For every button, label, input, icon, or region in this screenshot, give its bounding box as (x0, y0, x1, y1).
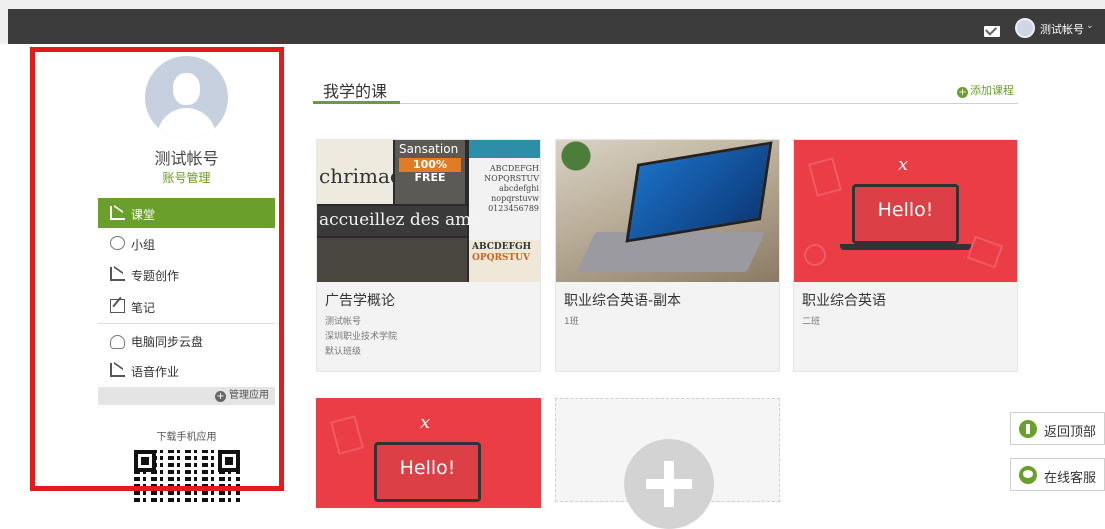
laptop-illustration: Hello! (374, 442, 481, 502)
decoration (330, 415, 364, 455)
chevron-down-icon[interactable]: ⌄ (1086, 21, 1094, 31)
thumb-text: chrimae (319, 164, 402, 188)
decoration (804, 244, 826, 266)
course-card[interactable]: x Hello! (316, 398, 541, 508)
add-course-button[interactable]: + 添加课程 (957, 82, 1014, 98)
hello-text: Hello! (877, 199, 934, 221)
top-bar-dark (8, 9, 1105, 44)
thumb-panel: Sansation 100% FREE (395, 140, 465, 204)
decoration (966, 235, 1004, 269)
add-course-label: 添加课程 (970, 84, 1014, 97)
highlight-frame (30, 47, 284, 491)
thumb-text: OPQRSTUV (472, 253, 530, 263)
course-class: 二班 (802, 317, 821, 327)
plant-image (556, 140, 596, 176)
chat-icon (1019, 466, 1037, 484)
hello-text: Hello! (399, 457, 456, 479)
section-title[interactable]: 我学的课 (323, 78, 387, 102)
user-name[interactable]: 测试帐号 (1040, 21, 1084, 37)
thumb-text: Sansation (399, 142, 459, 156)
laptop-base (840, 244, 971, 250)
user-avatar[interactable] (1015, 18, 1035, 38)
course-teacher: 测试帐号 (325, 317, 362, 327)
course-card[interactable]: chrimae Sansation 100% FREE ABCDEFGH NOP… (316, 139, 541, 372)
section-underline (313, 103, 1018, 104)
back-to-top-button[interactable]: 返回顶部 (1010, 412, 1105, 445)
thumb-panel: ABCDEFGH OPQRSTUV (469, 240, 540, 282)
thumb-panel (317, 238, 467, 282)
thumb-text: ABCDEFGH (472, 242, 532, 252)
thumb-panel: accueillez des amis (317, 206, 485, 236)
laptop-illustration: Hello! (852, 184, 959, 244)
course-card[interactable]: x Hello! 职业综合英语 二班 (793, 139, 1018, 372)
course-title[interactable]: 职业综合英语 (802, 290, 886, 310)
section-underline-active (313, 101, 400, 104)
decoration (808, 157, 842, 197)
course-card[interactable]: 职业综合英语-副本 1班 (555, 139, 780, 372)
course-title[interactable]: 职业综合英语-副本 (564, 290, 681, 310)
thumb-text: ABCDEFGH NOPQRSTUV abcdefghi nopqrstuvw … (484, 164, 539, 213)
logo-mark: x (898, 154, 909, 175)
course-thumbnail[interactable]: chrimae Sansation 100% FREE ABCDEFGH NOP… (317, 140, 540, 282)
top-bar (0, 0, 1105, 44)
course-thumbnail[interactable] (556, 140, 779, 282)
course-class: 默认班级 (325, 347, 362, 357)
add-course-card[interactable] (555, 398, 780, 529)
course-class: 1班 (564, 317, 579, 327)
logo-mark: x (420, 412, 431, 433)
online-service-label: 在线客服 (1044, 471, 1097, 486)
arrow-up-icon (1019, 420, 1037, 438)
laptop-keyboard-image (576, 232, 766, 272)
course-thumbnail[interactable]: x Hello! (794, 140, 1017, 282)
mail-icon[interactable] (984, 26, 1000, 37)
thumb-text: 100% FREE (399, 158, 461, 184)
laptop-screen-image (625, 141, 773, 243)
plus-icon: + (957, 87, 968, 98)
plus-icon (624, 439, 714, 529)
course-title[interactable]: 广告学概论 (325, 290, 395, 310)
thumb-bar (469, 140, 540, 158)
online-service-button[interactable]: 在线客服 (1010, 458, 1105, 491)
thumb-panel: chrimae (317, 140, 402, 204)
course-school: 深圳职业技术学院 (325, 332, 398, 342)
back-to-top-label: 返回顶部 (1044, 425, 1097, 440)
thumb-text: accueillez des amis (319, 210, 486, 230)
